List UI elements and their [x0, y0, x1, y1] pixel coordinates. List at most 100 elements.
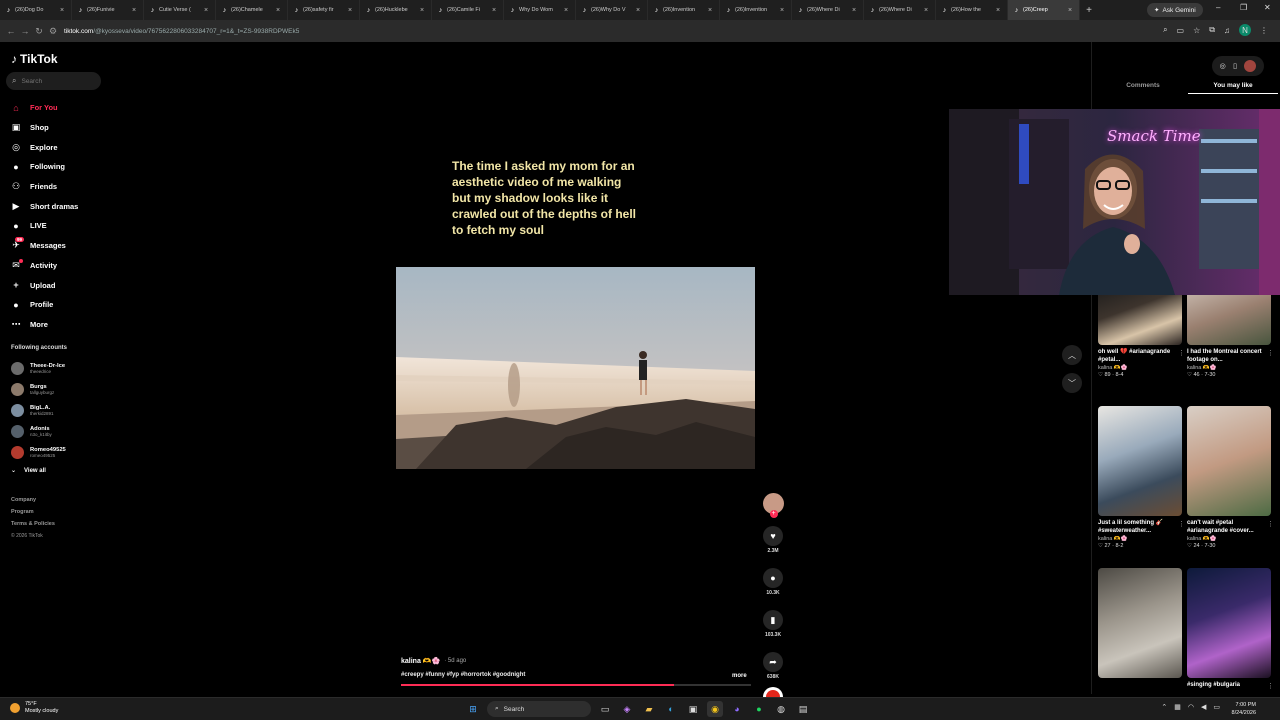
weather-widget[interactable]: 75°F Mostly cloudy: [10, 701, 58, 715]
close-tab-icon[interactable]: ×: [60, 7, 66, 14]
more-link[interactable]: more: [732, 673, 747, 679]
next-video-button[interactable]: ﹀: [1062, 373, 1082, 393]
store-icon[interactable]: ▣: [685, 701, 701, 717]
chrome-icon[interactable]: ◉: [707, 701, 723, 717]
coins-icon[interactable]: ◎: [1220, 62, 1226, 70]
browser-tab[interactable]: ♪ (26)Why Do V ×: [576, 0, 648, 20]
close-tab-icon[interactable]: ×: [780, 7, 786, 14]
cast-icon[interactable]: ▭: [1177, 26, 1185, 35]
new-tab-button[interactable]: +: [1080, 5, 1098, 16]
menu-item-shop[interactable]: ▣ Shop: [10, 118, 78, 138]
video-thumbnail[interactable]: [1187, 568, 1271, 678]
recommended-video-card[interactable]: #singing #bulgaria ⋮: [1187, 568, 1274, 690]
task-view-icon[interactable]: ▭: [597, 701, 613, 717]
menu-item-following[interactable]: ● Following: [10, 157, 78, 177]
more-options-icon[interactable]: ⋮: [1267, 682, 1274, 690]
close-tab-icon[interactable]: ×: [852, 7, 858, 14]
save-button[interactable]: ▮: [763, 610, 783, 630]
app-icon[interactable]: ▤: [795, 701, 811, 717]
following-account[interactable]: BigL.A. therkid2891: [11, 400, 66, 421]
browser-tab[interactable]: ♪ (26)Invention ×: [720, 0, 792, 20]
maximize-button[interactable]: ❐: [1240, 3, 1247, 12]
footer-program-link[interactable]: Program: [11, 509, 55, 521]
following-account[interactable]: Theee-Dr-Ice theeedrice: [11, 358, 66, 379]
spotify-icon[interactable]: ●: [751, 701, 767, 717]
video-player[interactable]: [396, 267, 755, 469]
browser-tab[interactable]: ♪ (26)safety fir ×: [288, 0, 360, 20]
menu-item-explore[interactable]: ◎ Explore: [10, 137, 78, 157]
profile-avatar[interactable]: N: [1239, 24, 1251, 36]
creator-avatar[interactable]: +: [762, 493, 784, 518]
recommended-video-card[interactable]: I had the Montreal concert footage on...…: [1187, 283, 1274, 378]
copilot-icon[interactable]: ◈: [619, 701, 635, 717]
tab-you-may-like[interactable]: You may like: [1188, 79, 1278, 94]
previous-video-button[interactable]: ︿: [1062, 345, 1082, 365]
close-tab-icon[interactable]: ×: [348, 7, 354, 14]
forward-button[interactable]: →: [18, 26, 32, 36]
browser-tab[interactable]: ♪ (26)Where Di ×: [864, 0, 936, 20]
back-button[interactable]: ←: [4, 26, 18, 36]
wifi-icon[interactable]: ◠: [1188, 703, 1194, 711]
author-name[interactable]: kalina 🫶🌸: [401, 657, 440, 665]
close-window-button[interactable]: ✕: [1264, 3, 1271, 12]
close-tab-icon[interactable]: ×: [708, 7, 714, 14]
browser-tab[interactable]: ♪ (26)Chamele ×: [216, 0, 288, 20]
extensions-icon[interactable]: ⧉: [1209, 25, 1215, 35]
volume-icon[interactable]: ◀: [1201, 703, 1206, 711]
reload-button[interactable]: ↻: [32, 26, 46, 37]
like-button[interactable]: ♥: [763, 526, 783, 546]
more-options-icon[interactable]: ⋮: [1267, 349, 1274, 357]
footer-company-link[interactable]: Company: [11, 497, 55, 509]
close-tab-icon[interactable]: ×: [420, 7, 426, 14]
more-options-icon[interactable]: ⋮: [1267, 520, 1274, 528]
close-tab-icon[interactable]: ×: [132, 7, 138, 14]
close-tab-icon[interactable]: ×: [492, 7, 498, 14]
view-all-link[interactable]: ⌄ View all: [11, 467, 46, 475]
media-control-icon[interactable]: ♫: [1224, 26, 1230, 35]
tiktok-logo[interactable]: ♪ TikTok: [11, 52, 58, 66]
taskbar-clock[interactable]: 7:00 PM 8/24/2026: [1232, 701, 1256, 717]
browser-tab[interactable]: ♪ (26)Funivie ×: [72, 0, 144, 20]
video-thumbnail[interactable]: [1187, 406, 1271, 516]
menu-item-activity[interactable]: ✉ Activity: [10, 256, 78, 276]
video-progress-bar[interactable]: [401, 684, 751, 686]
menu-item-profile[interactable]: ● Profile: [10, 295, 78, 315]
menu-item-short-dramas[interactable]: ▶ Short dramas: [10, 196, 79, 216]
site-info-icon[interactable]: ⚙: [46, 26, 60, 37]
close-tab-icon[interactable]: ×: [636, 7, 642, 14]
menu-item-more[interactable]: ⋯ More: [10, 315, 78, 335]
recommended-video-card[interactable]: can't wait #petal #arianagrande #cover..…: [1187, 406, 1274, 549]
close-tab-icon[interactable]: ×: [276, 7, 282, 14]
close-tab-icon[interactable]: ×: [924, 7, 930, 14]
url-field[interactable]: tiktok.com/@kyosseva/video/7675622806033…: [64, 28, 299, 35]
recommended-video-card[interactable]: [1098, 568, 1182, 678]
browser-tab[interactable]: ♪ (26)How the ×: [936, 0, 1008, 20]
browser-menu-icon[interactable]: ⋮: [1260, 26, 1268, 35]
zoom-icon[interactable]: ⌕: [1163, 25, 1167, 35]
windows-start-icon[interactable]: ⊞: [465, 701, 481, 717]
search-input[interactable]: [21, 77, 92, 85]
following-account[interactable]: Burgs tallguyburgz: [11, 379, 66, 400]
browser-tab[interactable]: ♪ (26)Where Di ×: [792, 0, 864, 20]
tab-comments[interactable]: Comments: [1098, 79, 1188, 94]
comment-button[interactable]: ●: [763, 568, 783, 588]
browser-tab[interactable]: ♪ (26)Invention ×: [648, 0, 720, 20]
menu-item-friends[interactable]: ⚇ Friends: [10, 177, 78, 197]
video-thumbnail[interactable]: [1098, 406, 1182, 516]
obs-icon[interactable]: ◍: [773, 701, 789, 717]
following-account[interactable]: Adonis n3o_k1itby: [11, 421, 66, 442]
chevron-up-icon[interactable]: ⌃: [1161, 703, 1167, 711]
footer-terms-link[interactable]: Terms & Policies: [11, 521, 55, 533]
browser-tab[interactable]: ♪ Why Do Wom ×: [504, 0, 576, 20]
menu-item-for-you[interactable]: ⌂ For You: [10, 98, 78, 118]
browser-tab[interactable]: ♪ (26)Dog Do ×: [0, 0, 72, 20]
close-tab-icon[interactable]: ×: [996, 7, 1002, 14]
browser-tab[interactable]: ♪ (26)Creep ×: [1008, 0, 1080, 20]
network-icon[interactable]: ▦: [1174, 703, 1181, 711]
browser-tab[interactable]: ♪ (26)Camile Fi ×: [432, 0, 504, 20]
close-tab-icon[interactable]: ×: [204, 7, 210, 14]
follow-plus-icon[interactable]: +: [769, 510, 778, 518]
more-options-icon[interactable]: ⋮: [1178, 520, 1185, 528]
search-box[interactable]: ⌕: [6, 72, 101, 90]
video-hashtags[interactable]: #creepy #funny #fyp #horrortok #goodnigh…: [401, 672, 525, 678]
